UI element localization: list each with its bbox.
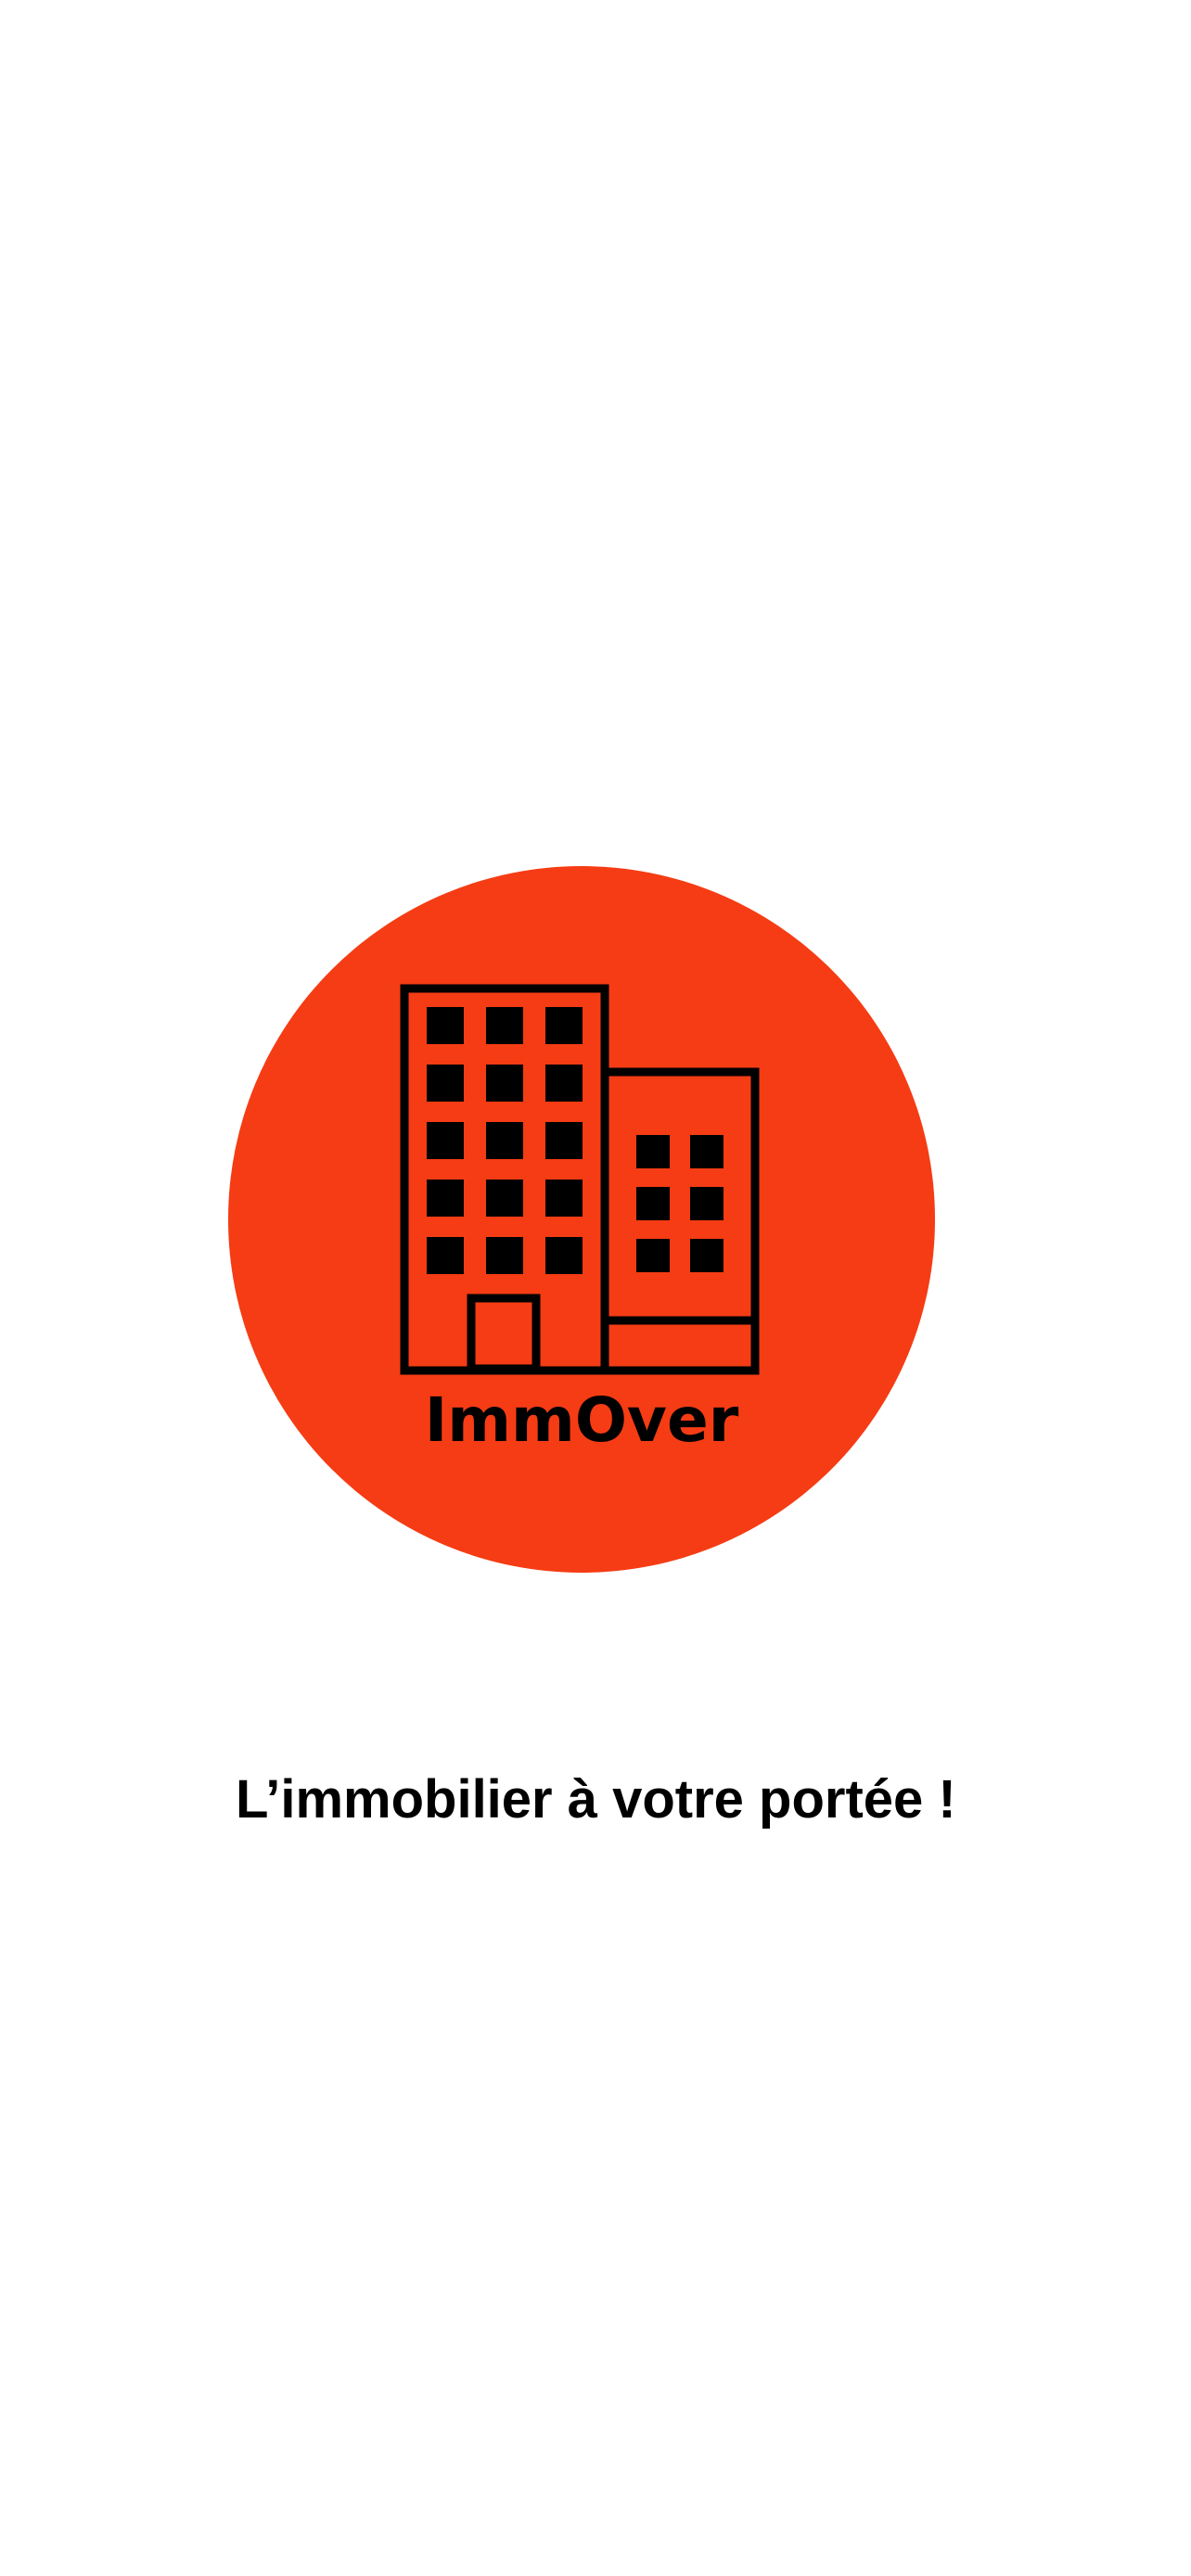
tagline: L’immobilier à votre portée ! (236, 1769, 956, 1830)
logo-circle (228, 866, 935, 1573)
logo-svg: ImmOver (228, 866, 935, 1573)
brand-name: ImmOver (425, 1384, 739, 1456)
splash-screen: ImmOver L’immobilier à votre portée ! (0, 0, 1191, 2576)
app-logo: ImmOver (228, 866, 935, 1573)
